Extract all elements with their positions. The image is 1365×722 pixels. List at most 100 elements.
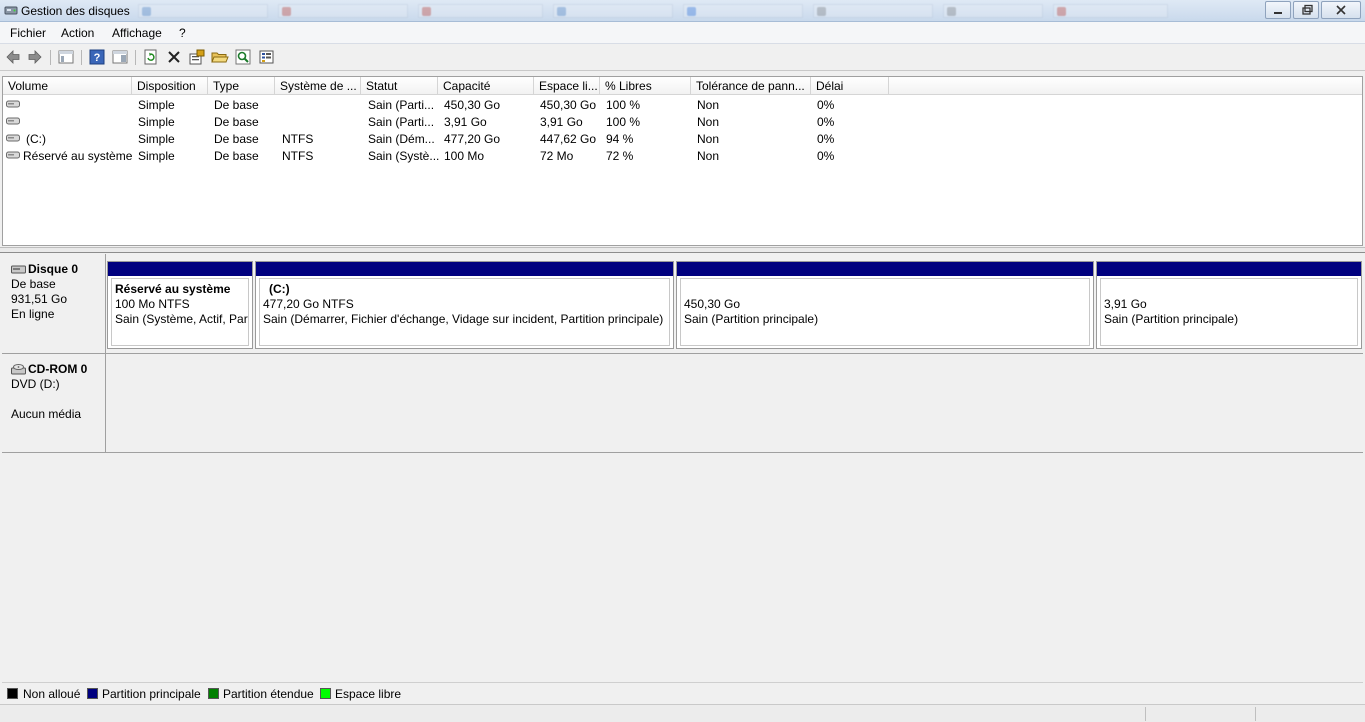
search-icon[interactable]	[234, 48, 252, 66]
volume-type: De base	[214, 149, 259, 163]
close-button[interactable]	[1321, 1, 1361, 19]
volume-overhead: 0%	[817, 132, 835, 146]
background-taskbar-blur	[138, 2, 1168, 20]
column-header-filesystem[interactable]: Système de ...	[275, 77, 361, 95]
disk-type: DVD (D:)	[11, 377, 60, 391]
help-icon[interactable]: ?	[88, 48, 106, 66]
pane-splitter[interactable]	[0, 247, 1365, 253]
delete-icon[interactable]	[165, 48, 183, 66]
toolbar-separator	[81, 50, 82, 65]
minimize-icon	[1274, 12, 1282, 14]
partition-type-bar	[256, 262, 673, 276]
volume-type: De base	[214, 132, 259, 146]
hard-disk-icon	[11, 265, 26, 274]
partition-reserved[interactable]: Réservé au système 100 Mo NTFS Sain (Sys…	[107, 261, 253, 349]
disk-name: Disque 0	[28, 262, 79, 276]
column-header-volume[interactable]: Volume	[3, 77, 132, 95]
menu-help[interactable]: ?	[179, 26, 186, 40]
partition-name: (C:)	[269, 282, 290, 296]
disk-status: En ligne	[11, 307, 55, 321]
forward-arrow-icon[interactable]	[26, 48, 44, 66]
disk-name: CD-ROM 0	[28, 362, 88, 376]
menu-fichier[interactable]: Fichier	[10, 26, 46, 40]
disk-management-icon	[4, 6, 18, 15]
volume-list-header: Volume Disposition Type Système de ... S…	[3, 77, 1362, 95]
volume-drive-icon	[6, 134, 20, 142]
partition-status: Sain (Démarrer, Fichier d'échange, Vidag…	[263, 312, 664, 326]
disk-size: 931,51 Go	[11, 292, 68, 306]
partition-size: 100 Mo NTFS	[115, 297, 190, 311]
legend-swatch-unallocated	[7, 688, 18, 699]
volume-disposition: Simple	[138, 149, 175, 163]
partition-name	[1104, 282, 1357, 297]
volume-list: Volume Disposition Type Système de ... S…	[2, 76, 1363, 246]
partition-name: Réservé au système	[115, 282, 231, 296]
disk-0-info[interactable]: Disque 0 De base 931,51 Go En ligne	[2, 254, 106, 354]
minimize-button[interactable]	[1265, 1, 1291, 19]
volume-free-space: 72 Mo	[540, 149, 574, 163]
close-icon	[1336, 5, 1346, 15]
column-header-disposition[interactable]: Disposition	[132, 77, 208, 95]
toolbar-separator	[50, 50, 51, 65]
show-hide-icon[interactable]	[111, 48, 129, 66]
column-header-capacity[interactable]: Capacité	[438, 77, 534, 95]
partition-3go[interactable]: 3,91 Go Sain (Partition principale)	[1096, 261, 1362, 349]
volume-status: Sain (Systè...	[368, 149, 440, 163]
disk-name-row: CD-ROM 0	[11, 362, 105, 377]
disk-0-partitions: Réservé au système 100 Mo NTFS Sain (Sys…	[106, 254, 1363, 354]
legend-swatch-primary	[87, 688, 98, 699]
partition-size: 450,30 Go	[684, 297, 741, 311]
partition-size: 477,20 Go NTFS	[263, 297, 354, 311]
volume-row[interactable]: Réservé au système Simple De base NTFS S…	[3, 147, 903, 164]
properties-icon[interactable]	[188, 48, 206, 66]
volume-name: Réservé au système	[23, 149, 133, 163]
column-header-status[interactable]: Statut	[361, 77, 438, 95]
volume-row[interactable]: (C:) Simple De base NTFS Sain (Dém... 47…	[3, 130, 903, 147]
column-header-percent-free[interactable]: % Libres	[600, 77, 691, 95]
partition-450go[interactable]: 450,30 Go Sain (Partition principale)	[676, 261, 1094, 349]
menu-affichage[interactable]: Affichage	[112, 26, 162, 40]
volume-overhead: 0%	[817, 115, 835, 129]
menu-action[interactable]: Action	[61, 26, 94, 40]
partition-name	[684, 282, 1089, 297]
volume-type: De base	[214, 115, 259, 129]
open-folder-icon[interactable]	[211, 48, 229, 66]
partition-content: 450,30 Go Sain (Partition principale)	[680, 278, 1090, 346]
partition-type-bar	[677, 262, 1093, 276]
partition-status: Sain (Système, Actif, Part	[115, 312, 249, 326]
volume-disposition: Simple	[138, 115, 175, 129]
volume-filesystem: NTFS	[282, 149, 314, 163]
column-header-type[interactable]: Type	[208, 77, 275, 95]
partition-content: Réservé au système 100 Mo NTFS Sain (Sys…	[111, 278, 249, 346]
partition-c[interactable]: (C:) 477,20 Go NTFS Sain (Démarrer, Fich…	[255, 261, 674, 349]
volume-status: Sain (Dém...	[368, 132, 435, 146]
column-header-overhead[interactable]: Délai	[811, 77, 889, 95]
volume-fault-tolerance: Non	[697, 98, 720, 112]
window-controls	[1265, 1, 1361, 19]
legend-swatch-free-space	[320, 688, 331, 699]
volume-percent-free: 72 %	[606, 149, 634, 163]
volume-row[interactable]: Simple De base Sain (Parti... 3,91 Go 3,…	[3, 113, 903, 130]
disk-graphical-view: Disque 0 De base 931,51 Go En ligne Rése…	[2, 254, 1363, 680]
svg-text:?: ?	[94, 52, 101, 64]
volume-percent-free: 100 %	[606, 98, 641, 112]
cd-rom-icon	[11, 364, 26, 375]
restore-button[interactable]	[1293, 1, 1319, 19]
volume-row[interactable]: Simple De base Sain (Parti... 450,30 Go …	[3, 96, 903, 113]
refresh-icon[interactable]	[142, 48, 160, 66]
volume-capacity: 100 Mo	[444, 149, 485, 163]
export-list-icon[interactable]	[258, 48, 276, 66]
column-header-free-space[interactable]: Espace li...	[534, 77, 600, 95]
volume-disposition: Simple	[138, 98, 175, 112]
cdrom-0-info[interactable]: CD-ROM 0 DVD (D:) Aucun média	[2, 354, 106, 453]
column-header-fault-tolerance[interactable]: Tolérance de pann...	[691, 77, 811, 95]
partition-status: Sain (Partition principale)	[1104, 312, 1239, 326]
back-arrow-icon[interactable]	[4, 48, 22, 66]
partition-content: 3,91 Go Sain (Partition principale)	[1100, 278, 1358, 346]
legend: Non alloué Partition principale Partitio…	[2, 682, 1363, 704]
volume-name: (C:)	[26, 132, 46, 146]
console-tree-icon[interactable]	[57, 48, 75, 66]
volume-filesystem: NTFS	[282, 132, 314, 146]
toolbar: ?	[0, 44, 1365, 71]
legend-label: Partition étendue	[223, 687, 314, 701]
